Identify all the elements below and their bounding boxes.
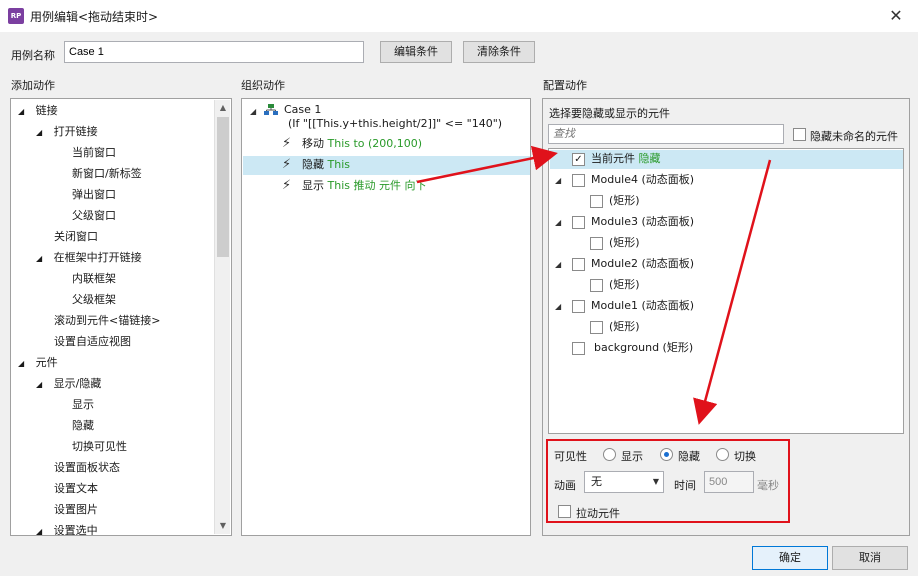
hide-unnamed-label: 隐藏未命名的元件 — [810, 130, 898, 143]
close-icon[interactable]: ✕ — [886, 6, 906, 26]
organize-actions-header: 组织动作 — [241, 79, 285, 92]
widget-item[interactable]: background (矩形) — [594, 339, 693, 357]
widget-item[interactable]: (矩形) — [609, 318, 640, 336]
caret-down-icon: ◢ — [18, 359, 25, 368]
edit-condition-button[interactable]: 编辑条件 — [380, 41, 452, 63]
configure-actions-header: 配置动作 — [543, 79, 587, 92]
widget-item[interactable]: (矩形) — [609, 234, 640, 252]
tree-item[interactable]: ◢ 打开链接 — [36, 123, 98, 141]
widget-checkbox-checked[interactable]: ✓ — [572, 153, 585, 166]
widget-checkbox[interactable] — [572, 300, 585, 313]
scroll-down-icon[interactable]: ▼ — [215, 518, 231, 534]
lightning-icon: ⚡ — [282, 136, 292, 151]
widget-checkbox[interactable] — [572, 174, 585, 187]
tree-item[interactable]: 新窗口/新标签 — [72, 165, 142, 183]
widget-checkbox[interactable] — [590, 279, 603, 292]
widget-list: ✓ 当前元件 隐藏 ◢ Module4 (动态面板) (矩形) ◢ Module… — [548, 148, 904, 434]
widget-checkbox[interactable] — [590, 321, 603, 334]
tree-item[interactable]: ◢ 在框架中打开链接 — [36, 249, 142, 267]
app-logo-icon: RP — [8, 8, 24, 24]
organize-actions-panel: ◢ Case 1 (If "[[This.y+this.height/2]]" … — [241, 98, 531, 536]
clear-condition-button[interactable]: 清除条件 — [463, 41, 535, 63]
tree-item[interactable]: 弹出窗口 — [72, 186, 116, 204]
add-actions-header: 添加动作 — [11, 79, 55, 92]
tree-item[interactable]: ◢ 设置选中 — [36, 522, 98, 536]
caret-down-icon: ◢ — [36, 380, 43, 389]
caret-down-icon[interactable]: ◢ — [555, 260, 561, 269]
ok-button[interactable]: 确定 — [752, 546, 828, 570]
tree-item[interactable]: 切换可见性 — [72, 438, 127, 456]
widget-checkbox[interactable] — [572, 216, 585, 229]
widget-item[interactable]: Module1 (动态面板) — [591, 297, 694, 315]
tree-item[interactable]: 滚动到元件<锚链接> — [54, 312, 160, 330]
widget-item[interactable]: 当前元件 隐藏 — [591, 150, 661, 168]
widget-checkbox[interactable] — [590, 195, 603, 208]
cancel-button[interactable]: 取消 — [832, 546, 908, 570]
widget-checkbox[interactable] — [572, 342, 585, 355]
hide-unnamed-checkbox[interactable] — [793, 128, 806, 141]
tree-item[interactable]: ◢ 显示/隐藏 — [36, 375, 101, 393]
action-item[interactable]: 显示 This 推动 元件 向下 — [302, 177, 426, 195]
caret-down-icon[interactable]: ◢ — [555, 176, 561, 185]
tree-item[interactable]: 设置文本 — [54, 480, 98, 498]
tree-item[interactable]: 显示 — [72, 396, 94, 414]
widget-item[interactable]: (矩形) — [609, 192, 640, 210]
action-item[interactable]: 移动 This to (200,100) — [302, 135, 422, 153]
lightning-icon: ⚡ — [282, 157, 292, 172]
tree-item[interactable]: 父级窗口 — [72, 207, 116, 225]
tree-item[interactable]: ◢ 链接 — [18, 102, 58, 120]
widget-checkbox[interactable] — [572, 258, 585, 271]
annotation-highlight-box — [546, 439, 790, 523]
case-name-input[interactable] — [64, 41, 364, 63]
select-widget-subheader: 选择要隐藏或显示的元件 — [549, 107, 670, 120]
tree-item[interactable]: 设置面板状态 — [54, 459, 120, 477]
caret-down-icon[interactable]: ◢ — [555, 218, 561, 227]
add-actions-panel: ◢ 链接 ◢ 打开链接 当前窗口 新窗口/新标签 弹出窗口 父级窗口 关闭窗口 … — [10, 98, 232, 536]
case-condition: (If "[[This.y+this.height/2]]" <= "140") — [288, 117, 503, 130]
lightning-icon: ⚡ — [282, 178, 292, 193]
scroll-thumb[interactable] — [217, 117, 229, 257]
search-input[interactable] — [548, 124, 784, 144]
caret-down-icon: ◢ — [36, 527, 43, 536]
window-title: 用例编辑<拖动结束时> — [30, 10, 159, 24]
caret-down-icon: ◢ — [36, 254, 43, 263]
widget-item[interactable]: (矩形) — [609, 276, 640, 294]
case-name-label: 用例名称 — [11, 49, 55, 62]
action-item-selected[interactable]: 隐藏 This — [302, 156, 350, 174]
tree-item[interactable]: 设置图片 — [54, 501, 98, 519]
tree-item[interactable]: 隐藏 — [72, 417, 94, 435]
widget-item[interactable]: Module2 (动态面板) — [591, 255, 694, 273]
tree-item[interactable]: 当前窗口 — [72, 144, 116, 162]
widget-item[interactable]: Module3 (动态面板) — [591, 213, 694, 231]
tree-item[interactable]: 关闭窗口 — [54, 228, 98, 246]
tree-item[interactable]: 内联框架 — [72, 270, 116, 288]
caret-down-icon: ◢ — [36, 128, 43, 137]
caret-down-icon[interactable]: ◢ — [555, 302, 561, 311]
tree-item[interactable]: 设置自适应视图 — [54, 333, 131, 351]
vertical-scrollbar[interactable]: ▲ ▼ — [214, 100, 230, 534]
scroll-up-icon[interactable]: ▲ — [215, 100, 231, 116]
caret-down-icon: ◢ — [18, 107, 25, 116]
tree-item[interactable]: ◢ 元件 — [18, 354, 58, 372]
case-tree-icon — [264, 104, 278, 115]
tree-item[interactable]: 父级框架 — [72, 291, 116, 309]
widget-checkbox[interactable] — [590, 237, 603, 250]
title-bar: RP 用例编辑<拖动结束时> ✕ — [0, 0, 918, 32]
caret-down-icon[interactable]: ◢ — [250, 107, 256, 116]
widget-item[interactable]: Module4 (动态面板) — [591, 171, 694, 189]
